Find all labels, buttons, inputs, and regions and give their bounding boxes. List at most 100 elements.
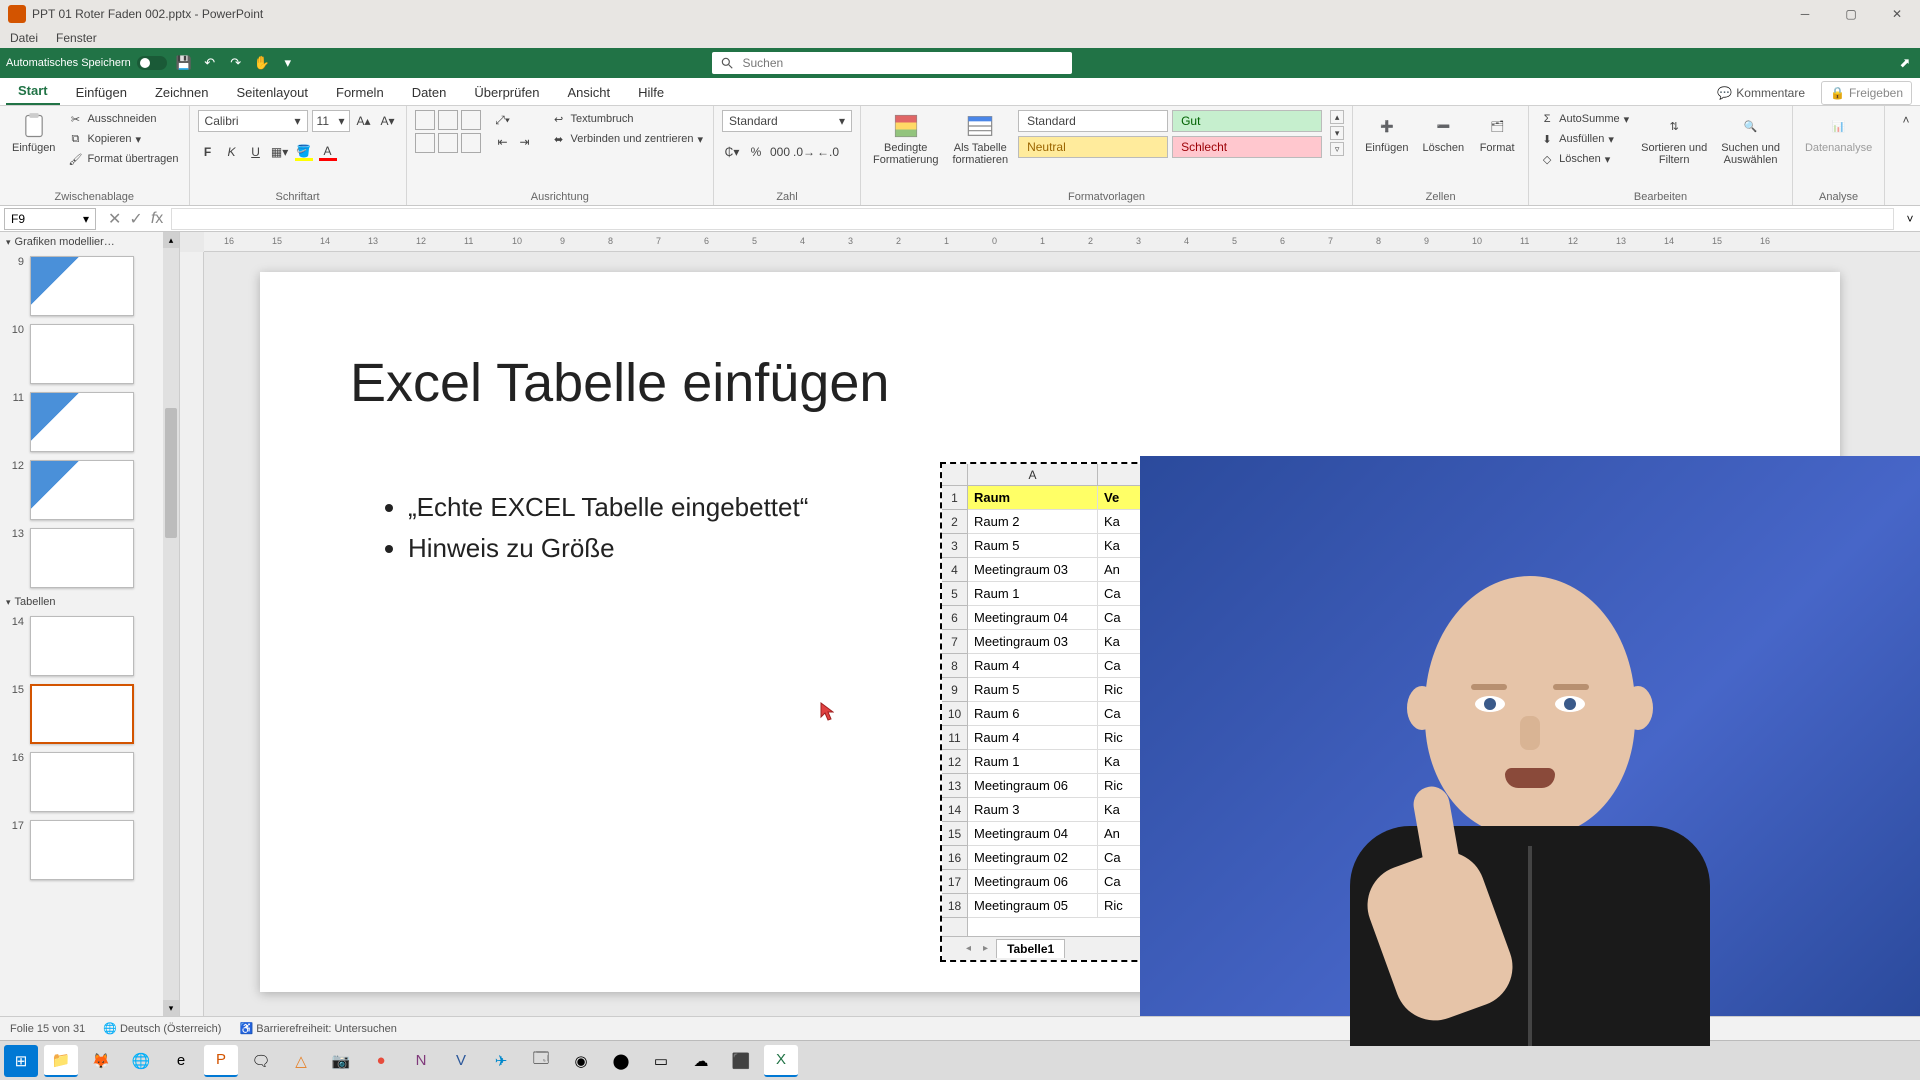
orientation-icon[interactable]: ⤢▾ xyxy=(493,110,513,130)
fill-color-button[interactable]: 🪣 xyxy=(294,142,314,162)
slide-bullets[interactable]: „Echte EXCEL Tabelle eingebettet“ Hinwei… xyxy=(380,492,808,574)
tab-ueberpruefen[interactable]: Überprüfen xyxy=(462,80,551,105)
xl-tab-nav-prev[interactable]: ◂ xyxy=(962,943,975,954)
thumbnail-panel[interactable]: Grafiken modellier… 9 10 11 12 13 Tabell… xyxy=(0,232,180,1016)
accessibility-status[interactable]: ♿ Barrierefreiheit: Untersuchen xyxy=(239,1022,396,1035)
wrap-text-button[interactable]: ↩Textumbruch xyxy=(549,110,705,128)
currency-icon[interactable]: ₵▾ xyxy=(722,142,742,162)
qat-more-icon[interactable]: ▾ xyxy=(279,54,297,72)
sort-filter-button[interactable]: ⇅Sortieren und Filtern xyxy=(1637,110,1711,168)
xl-tab-nav-next[interactable]: ▸ xyxy=(979,943,992,954)
edge-icon[interactable]: e xyxy=(164,1045,198,1077)
xl-col-A[interactable]: A xyxy=(968,464,1098,485)
thumb-17[interactable]: 17 xyxy=(0,816,179,884)
thumb-9[interactable]: 9 xyxy=(0,252,179,320)
find-select-button[interactable]: 🔍Suchen und Auswählen xyxy=(1717,110,1784,168)
styles-scroll[interactable]: ▴▾▿ xyxy=(1330,110,1344,156)
start-button[interactable]: ⊞ xyxy=(4,1045,38,1077)
fill-button[interactable]: ⬇Ausfüllen ▾ xyxy=(1537,130,1631,148)
italic-button[interactable]: K xyxy=(222,142,242,162)
format-as-table-button[interactable]: Als Tabelle formatieren xyxy=(948,110,1012,168)
grow-font-icon[interactable]: A▴ xyxy=(354,111,374,131)
app-icon-8[interactable]: ⬛ xyxy=(724,1045,758,1077)
undo-icon[interactable]: ↶ xyxy=(201,54,219,72)
chrome-icon[interactable]: 🌐 xyxy=(124,1045,158,1077)
thumb-15[interactable]: 15 xyxy=(0,680,179,748)
telegram-icon[interactable]: ✈ xyxy=(484,1045,518,1077)
close-button[interactable]: ✕ xyxy=(1874,0,1920,28)
toggle-icon[interactable] xyxy=(137,56,167,70)
tab-einfuegen[interactable]: Einfügen xyxy=(64,80,139,105)
excel-taskbar-icon[interactable]: X xyxy=(764,1045,798,1077)
section-tabellen[interactable]: Tabellen xyxy=(0,592,179,612)
comments-button[interactable]: 💬 Kommentare xyxy=(1709,81,1813,105)
indent-icon[interactable]: ⇥ xyxy=(515,132,535,152)
format-painter-button[interactable]: 🖌Format übertragen xyxy=(65,150,180,168)
autosave-toggle[interactable]: Automatisches Speichern xyxy=(6,56,167,70)
app-icon-2[interactable]: 📷 xyxy=(324,1045,358,1077)
comma-icon[interactable]: 000 xyxy=(770,142,790,162)
fx-icon[interactable]: fx xyxy=(151,210,163,228)
alignment-grid[interactable] xyxy=(415,110,481,153)
tab-seitenlayout[interactable]: Seitenlayout xyxy=(224,80,320,105)
redo-icon[interactable]: ↷ xyxy=(227,54,245,72)
vlc-icon[interactable]: △ xyxy=(284,1045,318,1077)
merge-center-button[interactable]: ⬌Verbinden und zentrieren ▾ xyxy=(549,130,705,148)
tab-formeln[interactable]: Formeln xyxy=(324,80,396,105)
share-button[interactable]: 🔒 Freigeben xyxy=(1821,81,1912,105)
app-icon-1[interactable]: 🗨 xyxy=(244,1045,278,1077)
thumb-12[interactable]: 12 xyxy=(0,456,179,524)
accept-formula-icon[interactable]: ✓ xyxy=(129,209,142,229)
search-box[interactable]: Suchen xyxy=(712,52,1072,74)
app-icon-3[interactable]: ● xyxy=(364,1045,398,1077)
font-size-select[interactable]: 11▾ xyxy=(312,110,350,132)
inc-decimal-icon[interactable]: .0→ xyxy=(794,142,814,162)
name-box[interactable]: F9▾ xyxy=(4,208,96,230)
xl-select-all-corner[interactable] xyxy=(942,464,968,486)
explorer-icon[interactable]: 📁 xyxy=(44,1045,78,1077)
minimize-button[interactable]: ─ xyxy=(1782,0,1828,28)
style-neutral[interactable]: Neutral xyxy=(1018,136,1168,158)
tab-hilfe[interactable]: Hilfe xyxy=(626,80,676,105)
percent-icon[interactable]: % xyxy=(746,142,766,162)
save-icon[interactable]: 💾 xyxy=(175,54,193,72)
powerpoint-taskbar-icon[interactable]: P xyxy=(204,1045,238,1077)
app-icon-6[interactable]: ▭ xyxy=(644,1045,678,1077)
section-grafiken[interactable]: Grafiken modellier… xyxy=(0,232,179,252)
xl-sheet-tab-1[interactable]: Tabelle1 xyxy=(996,939,1065,958)
ribbon-expand-icon[interactable]: ˄ xyxy=(1896,110,1916,130)
language-status[interactable]: 🌐 Deutsch (Österreich) xyxy=(103,1022,221,1035)
tab-ansicht[interactable]: Ansicht xyxy=(555,80,622,105)
app-icon-4[interactable]: 🗔 xyxy=(524,1045,558,1077)
menu-file[interactable]: Datei xyxy=(10,31,38,45)
underline-button[interactable]: U xyxy=(246,142,266,162)
tab-start[interactable]: Start xyxy=(6,78,60,105)
tab-daten[interactable]: Daten xyxy=(400,80,459,105)
touch-mode-icon[interactable]: ✋ xyxy=(253,54,271,72)
font-color-button[interactable]: A xyxy=(318,142,338,162)
thumb-11[interactable]: 11 xyxy=(0,388,179,456)
data-analysis-button[interactable]: 📊Datenanalyse xyxy=(1801,110,1876,156)
thumb-13[interactable]: 13 xyxy=(0,524,179,592)
menu-window[interactable]: Fenster xyxy=(56,31,97,45)
format-cells-button[interactable]: 🗂Format xyxy=(1474,110,1520,156)
thumb-scrollbar[interactable]: ▴▾ xyxy=(163,232,179,1016)
xl-row-headers[interactable]: 123456789101112131415161718 xyxy=(942,486,968,936)
delete-cells-button[interactable]: ➖Löschen xyxy=(1419,110,1469,156)
visio-icon[interactable]: V xyxy=(444,1045,478,1077)
thumb-14[interactable]: 14 xyxy=(0,612,179,680)
cut-button[interactable]: ✂Ausschneiden xyxy=(65,110,180,128)
number-format-select[interactable]: Standard▾ xyxy=(722,110,852,132)
autosum-button[interactable]: ΣAutoSumme ▾ xyxy=(1537,110,1631,128)
insert-cells-button[interactable]: ➕Einfügen xyxy=(1361,110,1412,156)
slide-title[interactable]: Excel Tabelle einfügen xyxy=(350,352,889,414)
ribbon-collapse-icon[interactable]: ⬈ xyxy=(1896,54,1914,72)
shrink-font-icon[interactable]: A▾ xyxy=(378,111,398,131)
slide-counter[interactable]: Folie 15 von 31 xyxy=(10,1023,85,1035)
bold-button[interactable]: F xyxy=(198,142,218,162)
copy-button[interactable]: ⧉Kopieren ▾ xyxy=(65,130,180,148)
obs-icon[interactable]: ◉ xyxy=(564,1045,598,1077)
font-name-select[interactable]: Calibri▾ xyxy=(198,110,308,132)
style-schlecht[interactable]: Schlecht xyxy=(1172,136,1322,158)
cancel-formula-icon[interactable]: ✕ xyxy=(108,209,121,229)
